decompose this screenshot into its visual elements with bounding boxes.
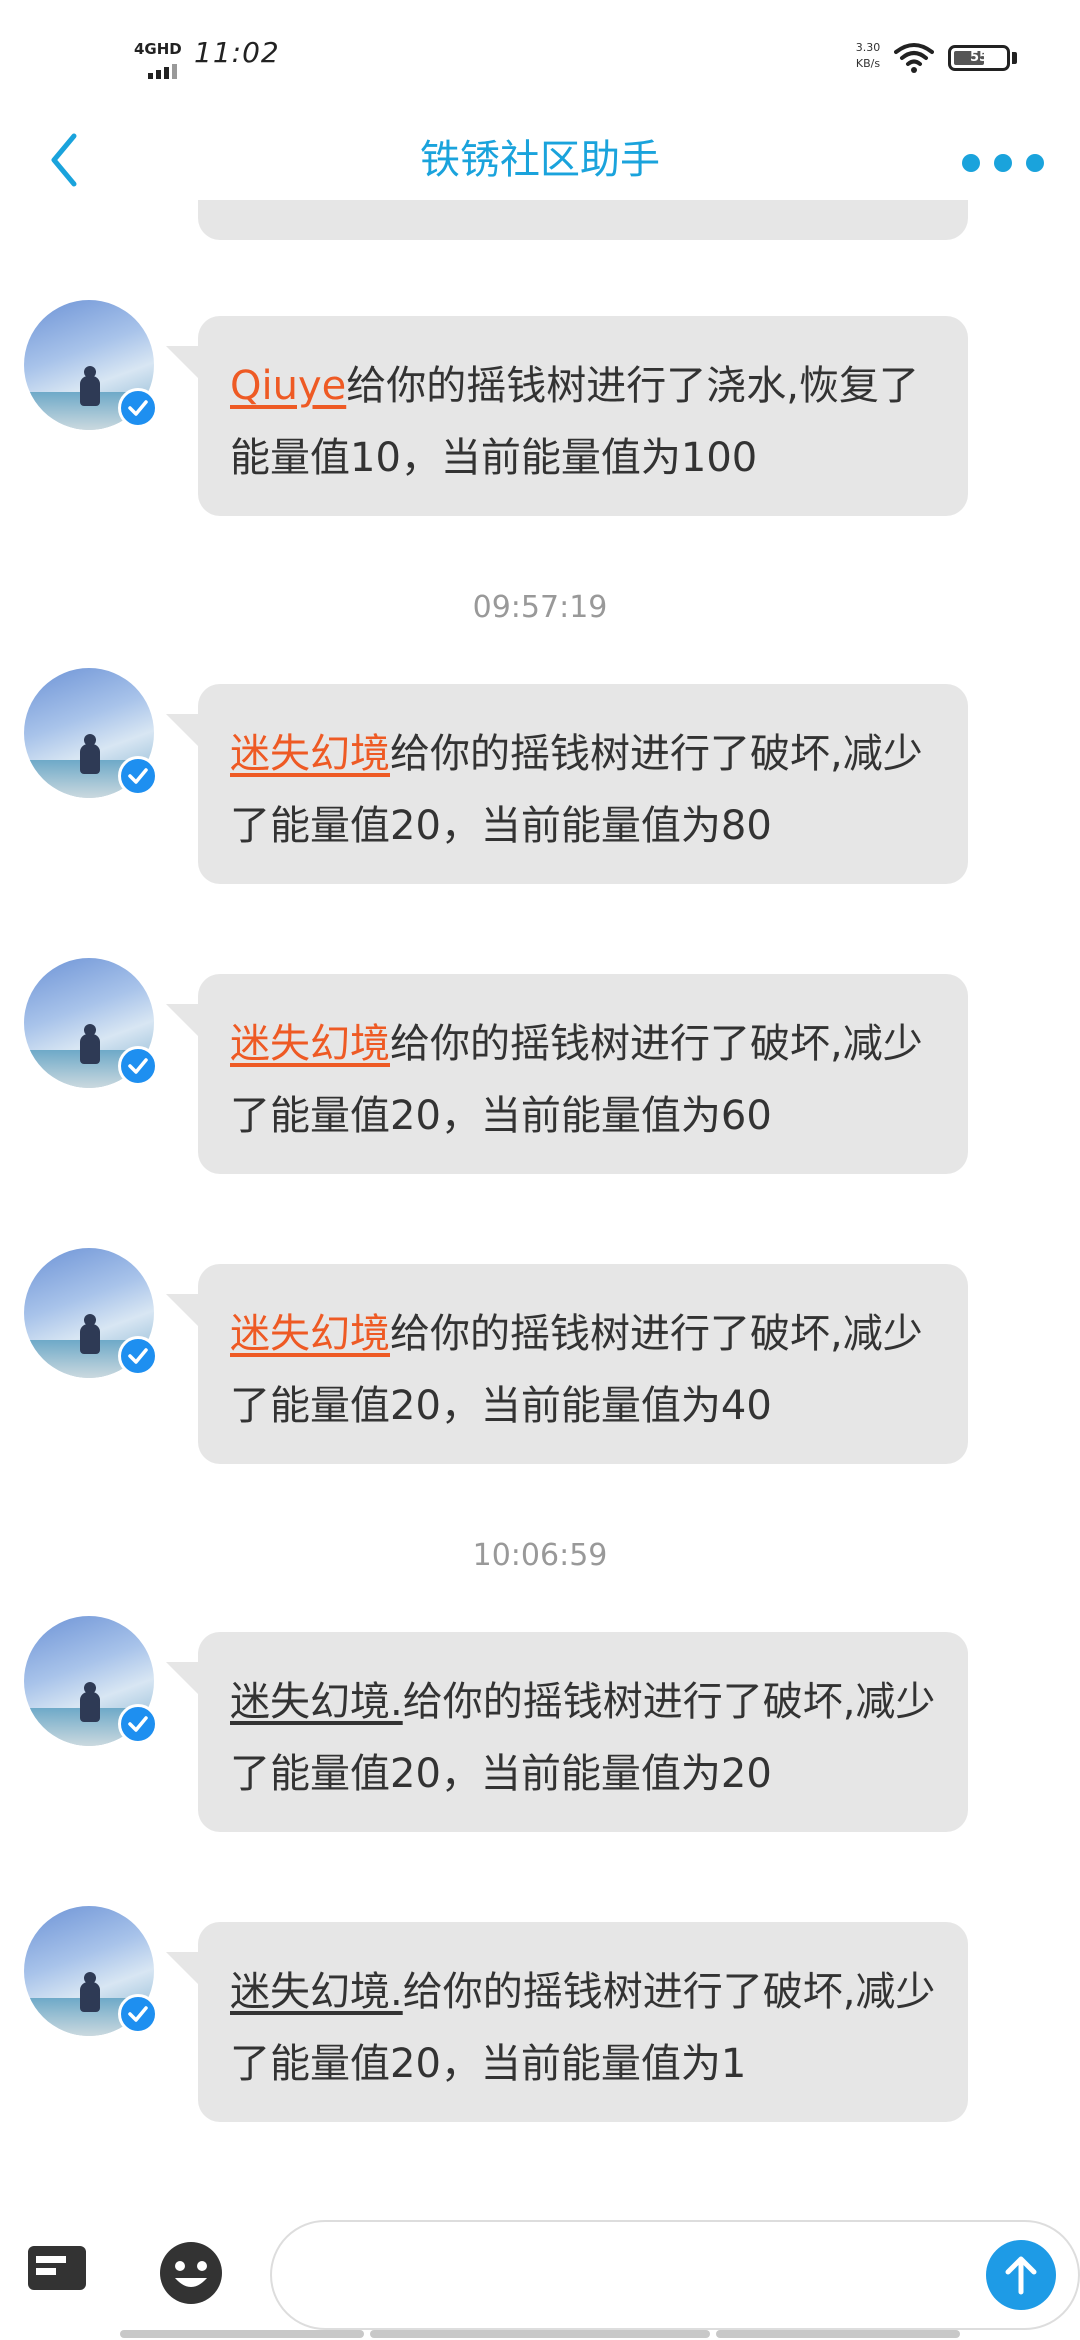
network-type: 4GHD (134, 40, 182, 58)
keyboard-icon[interactable] (26, 2244, 88, 2294)
message-timestamp: 10:06:59 (472, 1538, 608, 1573)
verified-badge-icon (118, 1046, 158, 1086)
user-link[interactable]: 迷失幻境 (230, 1021, 390, 1067)
nav-gesture-bar (716, 2330, 960, 2338)
verified-badge-icon (118, 1336, 158, 1376)
wifi-icon (894, 43, 934, 73)
send-button[interactable] (986, 2240, 1056, 2310)
chat-message: 迷失幻境给你的摇钱树进行了破坏,减少了能量值20，当前能量值为40 (0, 1248, 1080, 1464)
nav-gesture-bar (120, 2330, 364, 2338)
chat-message: 迷失幻境.给你的摇钱树进行了破坏,减少了能量值20，当前能量值为20 (0, 1616, 1080, 1832)
chat-message-list[interactable]: Qiuye给你的摇钱树进行了浇水,恢复了能量值10，当前能量值为100 09:5… (0, 200, 1080, 2190)
message-input-bar (0, 2190, 1080, 2340)
verified-badge-icon (118, 756, 158, 796)
nav-gesture-bar (370, 2330, 710, 2338)
net-speed: 3.30 KB/s (848, 40, 888, 72)
message-bubble: Qiuye给你的摇钱树进行了浇水,恢复了能量值10，当前能量值为100 (166, 316, 968, 516)
status-time: 11:02 (194, 36, 280, 69)
message-timestamp: 09:57:19 (472, 590, 608, 625)
message-bubble: 迷失幻境给你的摇钱树进行了破坏,减少了能量值20，当前能量值为80 (166, 684, 968, 884)
user-link[interactable]: 迷失幻境. (230, 1679, 403, 1725)
send-icon (1005, 2256, 1037, 2295)
net-speed-value: 3.30 (855, 41, 881, 54)
verified-badge-icon (118, 1704, 158, 1744)
verified-badge-icon (118, 1994, 158, 2034)
battery-level: 55 (969, 50, 989, 65)
back-arrow-icon[interactable] (40, 128, 100, 192)
page-title: 铁锈社区助手 (420, 137, 660, 183)
status-bar: 4GHD 11:02 3.30 KB/s 55 (0, 0, 1080, 110)
signal-icon: 4GHD (134, 40, 186, 79)
message-bubble: 迷失幻境.给你的摇钱树进行了破坏,减少了能量值20，当前能量值为1 (166, 1922, 968, 2122)
user-link[interactable]: 迷失幻境. (230, 1969, 403, 2015)
chat-header: 铁锈社区助手 (0, 110, 1080, 210)
battery-icon: 55 (948, 45, 1010, 71)
user-link[interactable]: 迷失幻境 (230, 731, 390, 777)
more-options-icon[interactable] (958, 140, 1048, 180)
message-input[interactable] (270, 2220, 1080, 2330)
emoji-icon[interactable] (158, 2240, 224, 2306)
user-link[interactable]: 迷失幻境 (230, 1311, 390, 1357)
verified-badge-icon (118, 388, 158, 428)
user-link[interactable]: Qiuye (230, 363, 346, 409)
message-bubble: 迷失幻境给你的摇钱树进行了破坏,减少了能量值20，当前能量值为40 (166, 1264, 968, 1464)
message-bubble-partial (198, 200, 968, 240)
message-bubble: 迷失幻境.给你的摇钱树进行了破坏,减少了能量值20，当前能量值为20 (166, 1632, 968, 1832)
net-speed-unit: KB/s (855, 57, 881, 70)
chat-message: Qiuye给你的摇钱树进行了浇水,恢复了能量值10，当前能量值为100 (0, 300, 1080, 516)
chat-message: 迷失幻境给你的摇钱树进行了破坏,减少了能量值20，当前能量值为60 (0, 958, 1080, 1174)
chat-message: 迷失幻境.给你的摇钱树进行了破坏,减少了能量值20，当前能量值为1 (0, 1906, 1080, 2122)
chat-message: 迷失幻境给你的摇钱树进行了破坏,减少了能量值20，当前能量值为80 (0, 668, 1080, 884)
message-bubble: 迷失幻境给你的摇钱树进行了破坏,减少了能量值20，当前能量值为60 (166, 974, 968, 1174)
